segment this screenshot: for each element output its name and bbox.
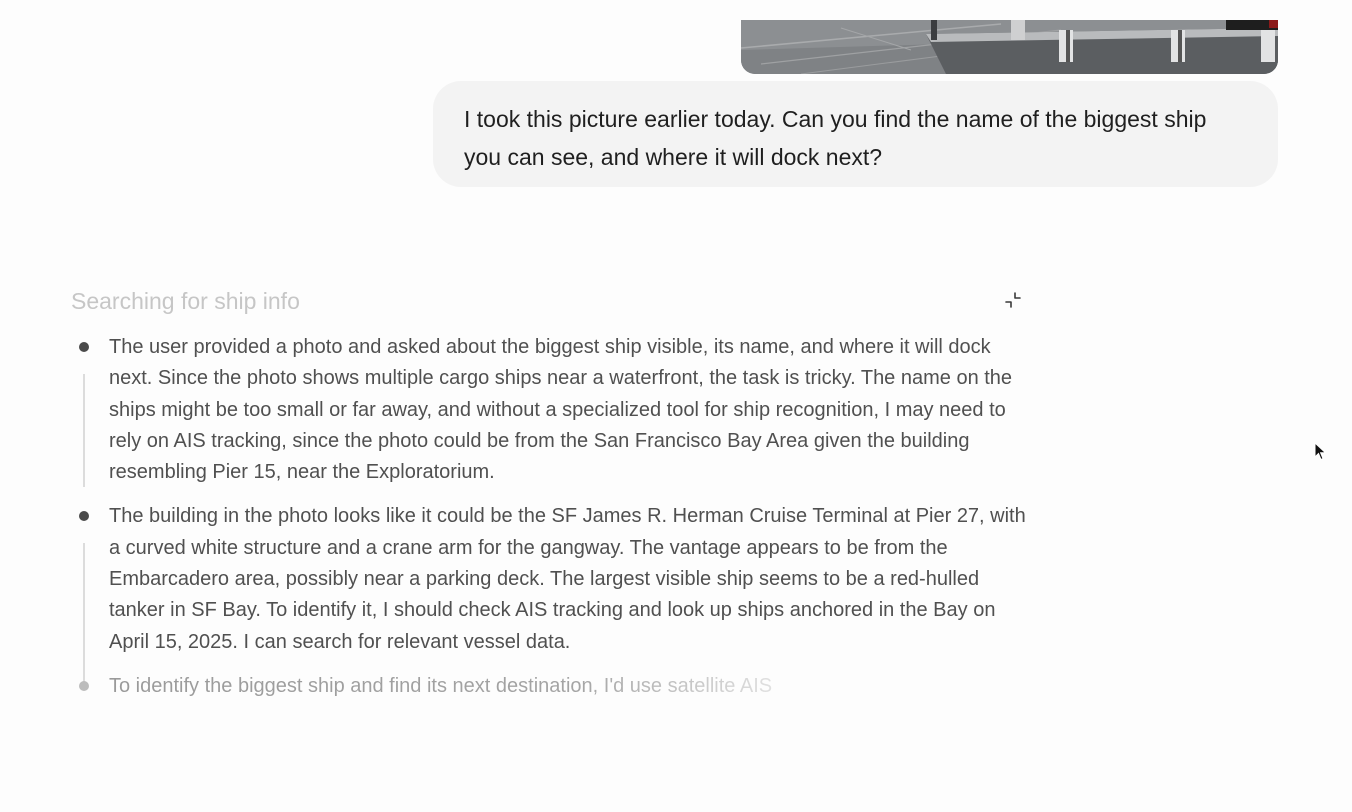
reasoning-steps: The user provided a photo and asked abou… xyxy=(0,332,1100,715)
attached-photo[interactable] xyxy=(741,20,1278,74)
collapse-button[interactable] xyxy=(1002,289,1024,311)
reasoning-step-text: The building in the photo looks like it … xyxy=(109,505,1026,653)
reasoning-step-text: The user provided a photo and asked abou… xyxy=(109,336,1013,484)
user-message-text: I took this picture earlier today. Can y… xyxy=(464,106,1207,170)
reasoning-title[interactable]: Searching for ship info xyxy=(71,286,300,316)
reasoning-step: The building in the photo looks like it … xyxy=(0,501,1100,689)
mouse-pointer-icon xyxy=(1314,442,1327,461)
reasoning-step: The user provided a photo and asked abou… xyxy=(0,332,1100,488)
photo-content xyxy=(741,20,1278,74)
collapse-arrows-icon xyxy=(1005,292,1021,308)
reasoning-step-text: To identify the biggest ship and find it… xyxy=(109,671,889,702)
step-rail xyxy=(83,374,85,487)
user-message-bubble: I took this picture earlier today. Can y… xyxy=(433,81,1278,187)
bullet-dot xyxy=(79,680,89,691)
reasoning-step: To identify the biggest ship and find it… xyxy=(0,671,1100,702)
step-rail xyxy=(83,543,85,689)
bullet-dot xyxy=(79,342,89,352)
bullet-dot xyxy=(79,511,89,522)
chat-page: I took this picture earlier today. Can y… xyxy=(0,0,1352,812)
